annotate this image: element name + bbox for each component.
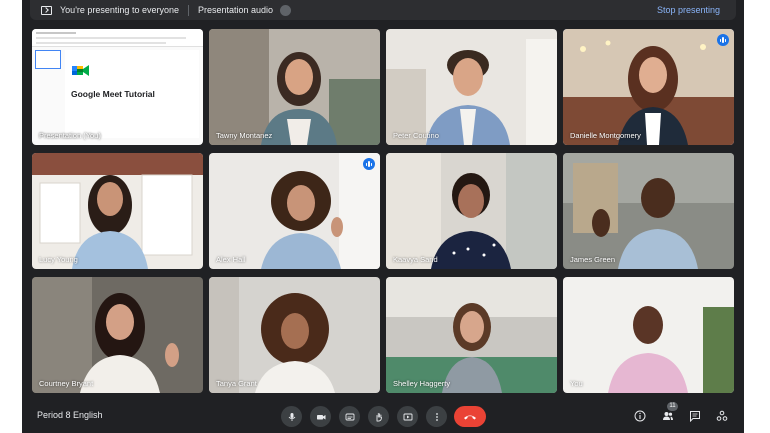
captions-icon xyxy=(345,413,354,420)
speaking-indicator-icon xyxy=(363,158,375,170)
presentation-tile[interactable]: Google Meet Tutorial Presentation (You) xyxy=(32,29,203,145)
participant-tile[interactable]: Danielle Montgomery xyxy=(563,29,734,145)
google-meet-logo-icon xyxy=(72,65,89,76)
participant-video xyxy=(209,153,380,269)
participant-name: Peter Coutino xyxy=(393,131,439,140)
participant-video xyxy=(563,153,734,269)
presentation-audio-label: Presentation audio xyxy=(197,5,274,15)
participant-name: Tawny Montanez xyxy=(216,131,273,140)
more-options-icon xyxy=(435,412,438,421)
participant-name: Danielle Montgomery xyxy=(570,131,641,140)
more-options-button[interactable] xyxy=(426,406,447,427)
participant-video xyxy=(563,277,734,393)
raise-hand-button[interactable] xyxy=(368,406,389,427)
present-icon xyxy=(403,413,412,420)
meet-window: You're presenting to everyone Presentati… xyxy=(22,0,744,433)
participant-name: Alex Hall xyxy=(216,255,246,264)
participant-tile[interactable]: Tawny Montanez xyxy=(209,29,380,145)
participant-video xyxy=(563,29,734,145)
participant-tile[interactable]: Lucy Young xyxy=(32,153,203,269)
presenting-status: You're presenting to everyone xyxy=(60,5,179,15)
participant-tile[interactable]: Peter Coutino xyxy=(386,29,557,145)
presentation-audio-toggle[interactable] xyxy=(280,4,292,16)
participant-video xyxy=(386,29,557,145)
participant-name: Presentation (You) xyxy=(39,131,101,140)
captions-button[interactable] xyxy=(339,406,360,427)
microphone-icon xyxy=(288,412,295,421)
camera-button[interactable] xyxy=(310,406,331,427)
people-icon[interactable] xyxy=(662,410,674,422)
participant-name: Courtney Bryant xyxy=(39,379,94,388)
participant-name: Shelley Haggerty xyxy=(393,379,451,388)
participant-tile[interactable]: Tanya Grant xyxy=(209,277,380,393)
participant-video xyxy=(386,277,557,393)
participant-name: Kaavya Sand xyxy=(393,255,438,264)
microphone-button[interactable] xyxy=(281,406,302,427)
slide-title: Google Meet Tutorial xyxy=(71,89,155,99)
raise-hand-icon xyxy=(376,412,382,422)
presenting-bar: You're presenting to everyone Presentati… xyxy=(30,0,736,20)
present-to-all-icon xyxy=(41,5,52,15)
participant-video xyxy=(32,153,203,269)
speaking-indicator-icon xyxy=(717,34,729,46)
participant-name: Tanya Grant xyxy=(216,379,257,388)
participant-video xyxy=(386,153,557,269)
present-button[interactable] xyxy=(397,406,418,427)
end-call-icon xyxy=(464,415,476,419)
divider xyxy=(187,4,189,16)
participant-name: You xyxy=(570,379,583,388)
end-call-button[interactable] xyxy=(454,406,486,427)
meeting-name: Period 8 English xyxy=(37,410,103,420)
participant-tile[interactable]: James Green xyxy=(563,153,734,269)
participant-tile[interactable]: Courtney Bryant xyxy=(32,277,203,393)
bottom-control-bar: Period 8 English 11 xyxy=(22,400,744,433)
participant-video xyxy=(32,277,203,393)
participant-name: James Green xyxy=(570,255,616,264)
slide-thumbnail xyxy=(35,50,61,69)
camera-icon xyxy=(316,414,325,419)
participant-tile[interactable]: Alex Hall xyxy=(209,153,380,269)
activities-icon[interactable] xyxy=(716,410,728,422)
participant-tile[interactable]: Kaavya Sand xyxy=(386,153,557,269)
chat-icon[interactable] xyxy=(689,410,701,422)
slides-toolbar xyxy=(32,29,203,47)
participant-name: Lucy Young xyxy=(39,255,78,264)
participant-video xyxy=(209,29,380,145)
participant-tile[interactable]: You xyxy=(563,277,734,393)
stop-presenting-button[interactable]: Stop presenting xyxy=(657,5,720,15)
info-icon[interactable] xyxy=(634,410,646,422)
participant-video xyxy=(209,277,380,393)
participant-tile[interactable]: Shelley Haggerty xyxy=(386,277,557,393)
